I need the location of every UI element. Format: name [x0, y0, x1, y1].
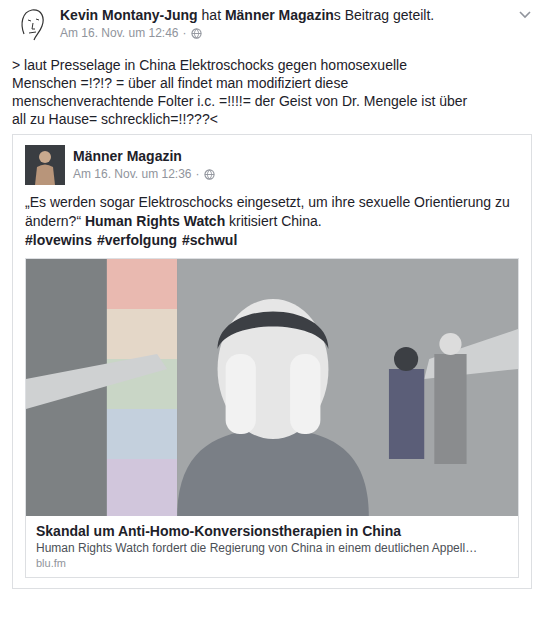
globe-icon [204, 169, 215, 180]
link-domain: blu.fm [36, 556, 508, 571]
page-name[interactable]: Männer Magazin [225, 7, 334, 23]
card-author[interactable]: Männer Magazin [73, 147, 215, 165]
link-info[interactable]: Skandal um Anti-Homo-Konversionstherapie… [26, 516, 518, 577]
link-description: Human Rights Watch fordert die Regierung… [36, 540, 508, 556]
page-avatar-icon[interactable] [25, 145, 65, 185]
action-suffix: s Beitrag geteilt. [334, 7, 434, 23]
shared-post: Kevin Montany-Jung hat Männer Magazins B… [0, 0, 544, 617]
chevron-down-icon[interactable] [518, 10, 532, 20]
post-time[interactable]: Am 16. Nov. um 12:46· [60, 24, 510, 42]
link-title[interactable]: Skandal um Anti-Homo-Konversionstherapie… [36, 522, 508, 540]
globe-icon [191, 28, 202, 39]
hashtag[interactable]: #verfolgung [97, 231, 177, 250]
shared-card: Männer MagazinAm 16. Nov. um 12:36· „Es w… [12, 134, 532, 589]
hashtag[interactable]: #schwul [182, 231, 237, 250]
illustration-image [26, 259, 518, 516]
card-time[interactable]: Am 16. Nov. um 12:36· [73, 165, 215, 183]
action-text: hat [198, 7, 225, 23]
card-text: „Es werden sogar Elektroschocks eingeset… [25, 193, 519, 250]
sharer-name[interactable]: Kevin Montany-Jung [60, 7, 198, 23]
link-preview[interactable]: Skandal um Anti-Homo-Konversionstherapie… [25, 258, 519, 578]
hashtag[interactable]: #lovewins [25, 231, 92, 250]
post-text: > laut Presselage in China Elektroschock… [12, 56, 532, 128]
sketch-avatar-icon[interactable] [12, 4, 52, 44]
card-header: Männer MagazinAm 16. Nov. um 12:36· [25, 145, 519, 185]
post-header: Kevin Montany-Jung hat Männer Magazins B… [12, 4, 532, 44]
